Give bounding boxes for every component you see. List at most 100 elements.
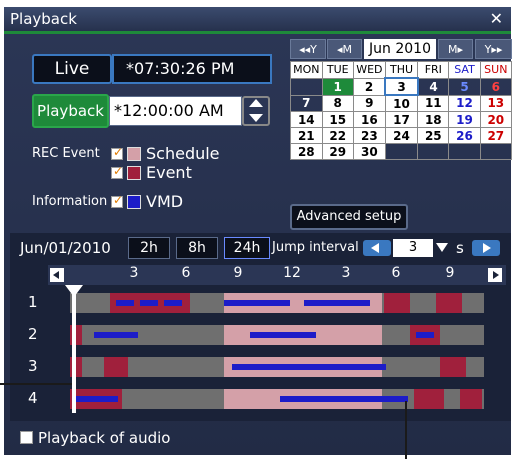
scroll-left-icon[interactable] xyxy=(50,268,64,282)
calendar-day[interactable]: 26 xyxy=(448,127,481,144)
timeline-track-1[interactable] xyxy=(70,293,484,313)
weekday-sun: SUN xyxy=(479,61,513,79)
jump-prev-icon[interactable] xyxy=(363,240,391,256)
calendar-day[interactable]: 30 xyxy=(352,143,386,160)
prev-month-button[interactable]: ◂M xyxy=(327,39,362,59)
jump-value-field[interactable]: 3 xyxy=(393,239,433,257)
jump-interval-label: Jump interval xyxy=(272,240,359,255)
spinner-down-icon[interactable] xyxy=(249,114,263,122)
timeline-track-4[interactable] xyxy=(70,389,484,409)
calendar-day[interactable]: 18 xyxy=(417,111,450,128)
hour-label: 6 xyxy=(181,265,191,281)
jump-value: 3 xyxy=(408,240,418,255)
calendar-day[interactable] xyxy=(448,143,481,160)
schedule-label: Schedule xyxy=(146,144,220,163)
live-button[interactable]: Live xyxy=(32,54,112,84)
event-segment xyxy=(414,389,444,409)
calendar-day[interactable] xyxy=(479,143,513,160)
hour-label: 12 xyxy=(283,265,301,281)
callout-line xyxy=(405,401,407,459)
advanced-setup-button[interactable]: Advanced setup xyxy=(290,204,408,230)
calendar-day[interactable]: 21 xyxy=(290,127,323,144)
time-spinner[interactable] xyxy=(242,96,270,126)
hour-label: 9 xyxy=(445,265,455,281)
hour-label: 3 xyxy=(341,265,351,281)
calendar-day[interactable]: 17 xyxy=(384,111,419,128)
calendar-day[interactable]: 29 xyxy=(321,143,354,160)
timeline-track-2[interactable] xyxy=(70,325,484,345)
calendar-day[interactable]: 28 xyxy=(290,143,323,160)
advanced-setup-label: Advanced setup xyxy=(296,209,402,224)
calendar-day[interactable]: 1 xyxy=(321,77,354,96)
calendar-day[interactable]: 22 xyxy=(321,127,354,144)
weekday-mon: MON xyxy=(290,61,323,79)
calendar-day[interactable] xyxy=(384,143,419,160)
jump-unit: s xyxy=(456,239,464,257)
calendar-day[interactable]: 16 xyxy=(352,111,386,128)
live-time: *07:30:26 PM xyxy=(126,59,235,78)
calendar-day[interactable]: 24 xyxy=(384,127,419,144)
calendar-day[interactable]: 4 xyxy=(417,77,450,96)
calendar-day[interactable]: 7 xyxy=(290,94,323,112)
calendar-day[interactable]: 19 xyxy=(448,111,481,128)
calendar-day[interactable]: 12 xyxy=(448,94,481,112)
window-title: Playback xyxy=(10,10,77,28)
vmd-bar xyxy=(304,300,370,306)
calendar-day[interactable]: 10 xyxy=(384,94,419,112)
calendar-day[interactable]: 14 xyxy=(290,111,323,128)
schedule-swatch xyxy=(127,147,141,161)
calendar-day[interactable]: 8 xyxy=(321,94,354,112)
calendar-day[interactable]: 11 xyxy=(417,94,450,112)
weekday-fri: FRI xyxy=(417,61,450,79)
calendar-day[interactable]: 25 xyxy=(417,127,450,144)
calendar-day[interactable]: 23 xyxy=(352,127,386,144)
playback-time-input[interactable]: *12:00:00 AM xyxy=(109,96,242,126)
calendar-day[interactable]: 13 xyxy=(479,94,513,112)
next-year-button[interactable]: Y▸▸ xyxy=(475,39,512,59)
zoom-24h-button[interactable]: 24h xyxy=(224,237,270,259)
zoom-2h-button[interactable]: 2h xyxy=(128,237,170,259)
calendar-day[interactable]: 9 xyxy=(352,94,386,112)
calendar-day[interactable]: 15 xyxy=(321,111,354,128)
calendar-day[interactable]: 27 xyxy=(479,127,513,144)
event-segment xyxy=(384,293,410,313)
live-label: Live xyxy=(54,59,90,79)
spinner-up-icon[interactable] xyxy=(249,99,263,107)
calendar-day[interactable]: 2 xyxy=(352,77,386,96)
event-checkbox[interactable]: ✓ xyxy=(111,164,123,179)
hour-ruler: 3 6 9 12 3 6 9 xyxy=(48,265,506,285)
vmd-bar xyxy=(164,300,182,306)
row-number: 4 xyxy=(28,389,38,407)
vmd-bar xyxy=(416,332,434,338)
calendar-day[interactable]: 5 xyxy=(448,77,481,96)
playback-button[interactable]: Playback xyxy=(32,94,109,128)
scroll-right-icon[interactable] xyxy=(488,268,502,282)
calendar-day[interactable]: 3 xyxy=(384,77,419,96)
vmd-label: VMD xyxy=(146,192,184,211)
vmd-checkbox[interactable]: ✓ xyxy=(111,193,123,208)
calendar-day[interactable]: 20 xyxy=(479,111,513,128)
jump-next-icon[interactable] xyxy=(472,240,500,256)
close-icon[interactable]: ✕ xyxy=(490,9,503,28)
callout-line xyxy=(0,383,72,385)
information-label: Information xyxy=(32,194,108,209)
calendar-grid: MON TUE WED THU FRI SAT SUN 1 2 3 4 5 6 … xyxy=(290,61,513,160)
next-month-button[interactable]: M▸ xyxy=(438,39,473,59)
live-time-display: *07:30:26 PM xyxy=(112,54,272,84)
jump-dropdown-icon[interactable] xyxy=(436,243,448,252)
zoom-8h-button[interactable]: 8h xyxy=(176,237,218,259)
hour-label: 6 xyxy=(391,265,401,281)
schedule-checkbox[interactable]: ✓ xyxy=(111,145,123,160)
playback-audio-checkbox[interactable] xyxy=(20,431,33,444)
prev-year-button[interactable]: ◂◂Y xyxy=(290,39,326,59)
timeline-track-3[interactable] xyxy=(70,357,484,377)
event-segment xyxy=(104,357,128,377)
weekday-wed: WED xyxy=(352,61,386,79)
hour-label: 3 xyxy=(129,265,139,281)
calendar-day[interactable] xyxy=(290,77,323,96)
calendar-day[interactable] xyxy=(417,143,450,160)
weekday-tue: TUE xyxy=(321,61,354,79)
weekday-thu: THU xyxy=(384,61,419,79)
calendar-day[interactable]: 6 xyxy=(479,77,513,96)
vmd-bar xyxy=(94,332,138,338)
